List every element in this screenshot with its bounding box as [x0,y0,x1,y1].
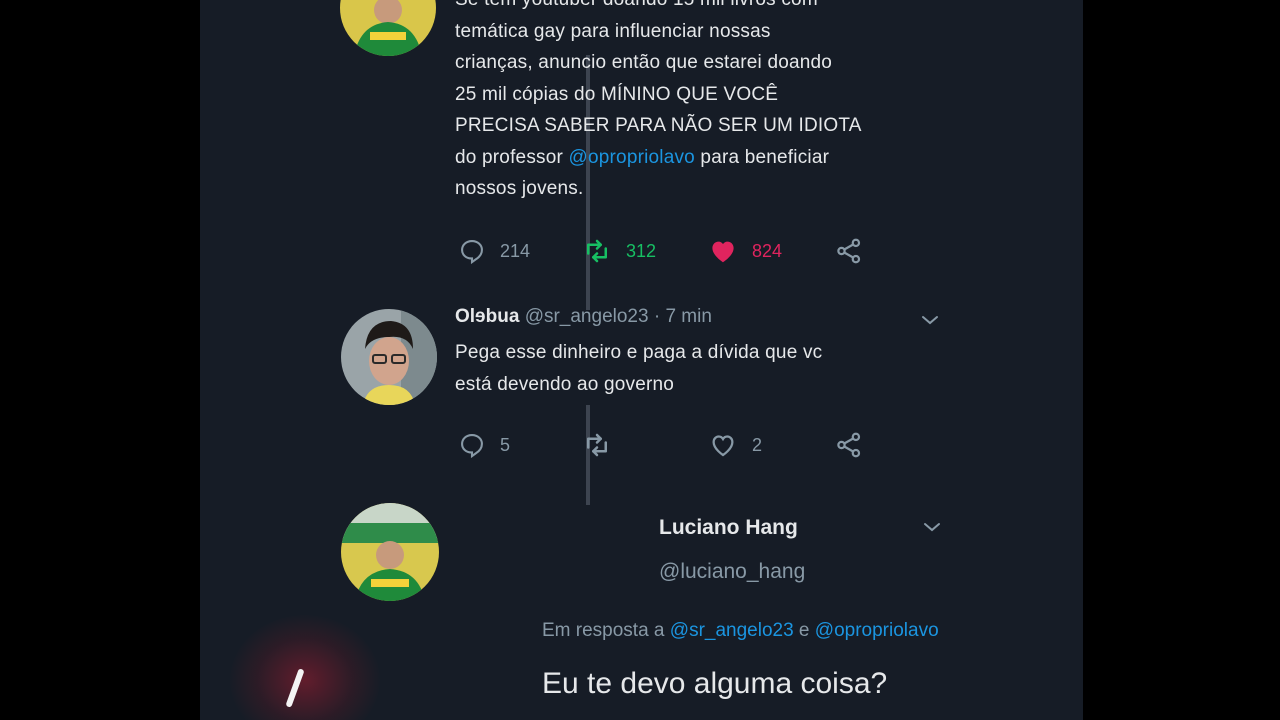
heart-outline-icon [712,435,734,457]
main-handle[interactable]: @luciano_hang [659,560,805,584]
twitter-thread-screen: Se tem youtuber doando 15 mil livros com… [200,0,1083,720]
mention-link-opropriolavo[interactable]: @opropriolavo [815,620,939,641]
reply-line: está devendo ao governo [455,373,675,395]
avatar-luciano-top[interactable] [340,0,436,56]
reply-header: Olɘbua @sr_angelo23 · 7 min [455,306,712,328]
reply-separator: · [653,306,661,327]
retweet-icon [587,239,607,263]
reply-button[interactable]: 5 [458,430,510,460]
reply-time: 7 min [665,306,712,327]
main-display-name[interactable]: Luciano Hang [659,516,798,540]
tweet1-text-fragment: do professor [455,146,569,168]
chevron-down-icon[interactable] [920,515,944,539]
heart-filled-icon [712,241,734,263]
tweet1-line: Se tem youtuber doando 15 mil livros com [455,0,975,16]
share-icon [837,432,861,458]
like-button[interactable]: 2 [708,430,762,460]
tweet1-line: nossos jovens. [455,178,584,199]
retweet-button[interactable]: 312 [582,236,656,266]
reply-count: 214 [500,240,531,261]
share-icon [837,238,861,264]
avatar-luciano-main[interactable] [341,503,439,601]
tweet1-line: PRECISA SABER PARA NÃO SER UM IDIOTA [455,115,862,136]
reply-icon [461,240,483,265]
red-annotation-glow [230,615,380,720]
reply-display-name[interactable]: Olɘbua [455,306,519,327]
reply-count: 5 [500,434,511,455]
tweet1-line: 25 mil cópias do MÍNINO QUE VOCÊ [455,83,779,105]
retweet-count: 312 [626,240,657,261]
tweet1-actions: 214 312 824 [458,236,878,266]
replying-to-line: Em resposta a @sr_angelo23 e @opropriola… [542,620,939,642]
tweet1-text: Se tem youtuber doando 15 mil livros com… [455,0,975,205]
like-count: 2 [752,434,763,455]
reply-actions: 5 2 [458,430,878,460]
tweet1-line: temática gay para influenciar nossas [455,20,771,42]
avatar-sr-angelo23[interactable] [341,309,437,405]
chevron-down-icon[interactable] [918,308,942,332]
share-button[interactable] [834,430,864,460]
tweet1-text-fragment: para beneficiar [694,146,830,168]
tweet1-line: crianças, anuncio então que estarei doan… [455,52,833,73]
mention-link-sr-angelo23[interactable]: @sr_angelo23 [670,620,794,641]
mention-link-opropriolavo[interactable]: @opropriolavo [569,147,695,168]
like-count: 824 [752,240,783,261]
reply-text: Pega esse dinheiro e paga a dívida que v… [455,337,975,400]
main-tweet-text: Eu te devo alguma coisa? [542,667,888,700]
reply-line: Pega esse dinheiro e paga a dívida que v… [455,342,823,363]
reply-handle[interactable]: @sr_angelo23 [525,306,649,327]
like-button[interactable]: 824 [708,236,782,266]
replying-to-label: Em resposta a [542,620,670,641]
retweet-button[interactable] [582,430,626,460]
retweet-icon [587,433,607,457]
reply-button[interactable]: 214 [458,236,530,266]
tweet1-line-mention: do professor @opropriolavo para benefici… [455,142,975,174]
reply-icon [461,434,483,459]
share-button[interactable] [834,236,864,266]
replying-to-joiner: e [793,620,815,641]
